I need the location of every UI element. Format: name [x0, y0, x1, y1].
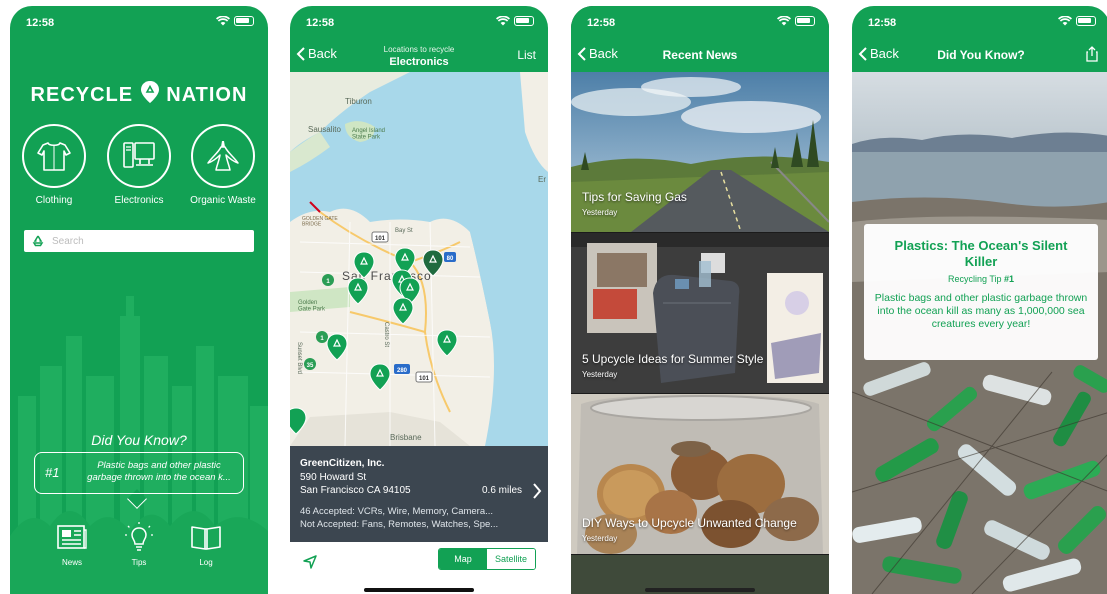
share-icon[interactable] — [1086, 46, 1098, 62]
list-button[interactable]: List — [517, 48, 536, 62]
category-electronics[interactable]: Electronics — [104, 124, 174, 206]
home-indicator — [364, 588, 474, 592]
wifi-icon — [1058, 16, 1072, 26]
highway-shield: 80 — [447, 256, 454, 262]
article-title: DIY Ways to Upcycle Unwanted Change — [582, 516, 797, 530]
highway-shield: 280 — [397, 368, 408, 374]
book-icon — [191, 526, 221, 550]
recycle-icon — [32, 235, 44, 247]
status-bar: 12:58 — [290, 6, 548, 34]
wifi-icon — [777, 16, 791, 26]
status-bar: 12:58 — [852, 6, 1107, 34]
highway-shield: 35 — [307, 363, 314, 369]
segment-map[interactable]: Map — [439, 549, 487, 569]
nav-title: Electronics — [389, 56, 449, 68]
nav-title: Recent News — [662, 48, 738, 62]
battery-icon — [514, 16, 534, 26]
news-article[interactable]: 5 Upcycle Ideas for Summer Style Yesterd… — [571, 233, 829, 393]
fact-body: Plastic bags and other plastic garbage t… — [874, 292, 1088, 330]
location-street: 590 Howard St — [300, 472, 367, 483]
recycling-tip-label: Recycling Tip #1 — [947, 274, 1015, 284]
location-distance: 0.6 miles — [481, 485, 522, 496]
accepted-items: 46 Accepted: VCRs, Wire, Memory, Camera.… — [300, 506, 494, 517]
article-date: Yesterday — [582, 370, 618, 379]
coin-jar-photo — [571, 394, 829, 554]
map-label-castro-st: Castro St — [383, 322, 389, 347]
highway-shield: 101 — [419, 376, 430, 382]
location-arrow-icon[interactable] — [302, 554, 318, 570]
home-indicator — [645, 588, 755, 592]
tip-number: #1 — [45, 465, 60, 480]
map-toolbar: Map Satellite — [290, 542, 548, 594]
search-field[interactable]: Search — [24, 230, 254, 252]
nav-bar: 12:58 Back Recent News — [571, 6, 829, 72]
article-date: Yesterday — [582, 208, 618, 217]
nav-bar: 12:58 Back Did You Know? — [852, 6, 1107, 72]
article-title: 5 Upcycle Ideas for Summer Style — [582, 352, 764, 366]
status-bar: 12:58 — [571, 6, 829, 34]
article-title: Tips for Saving Gas — [582, 190, 687, 204]
category-label: Clothing — [35, 195, 73, 206]
map-label-sunset-blvd: Sunset Blvd — [296, 342, 302, 374]
newspaper-icon — [57, 525, 87, 549]
battery-icon — [795, 16, 815, 26]
battery-icon — [1076, 16, 1096, 26]
status-time: 12:58 — [26, 17, 55, 29]
tab-news[interactable]: News — [42, 520, 102, 567]
not-accepted-items: Not Accepted: Fans, Remotes, Watches, Sp… — [300, 519, 499, 530]
article-date: Yesterday — [582, 534, 618, 543]
location-info-panel[interactable]: GreenCitizen, Inc. 590 Howard St San Fra… — [290, 446, 548, 542]
tab-log[interactable]: Log — [176, 520, 236, 567]
location-city: San Francisco CA 94105 — [300, 485, 411, 496]
status-bar: 12:58 — [10, 6, 268, 34]
did-you-know-title: Did You Know? — [91, 432, 187, 448]
news-screen: 12:58 Back Recent News Tips for Saving G… — [571, 6, 829, 594]
upcycle-bag-photo — [571, 233, 829, 393]
nav-bar: 12:58 Back Locations to recycle Electron… — [290, 6, 548, 72]
tip-speech-bubble[interactable]: #1 Plastic bags and other plastic garbag… — [34, 452, 244, 494]
map-label-sausalito: Sausalito — [308, 125, 341, 134]
app-store-screenshots: 12:58 RECYCLE NATION Clothing Electronic… — [0, 0, 1107, 594]
news-article[interactable]: Tips for Saving Gas Yesterday — [571, 72, 829, 232]
battery-icon — [234, 16, 254, 26]
segment-satellite[interactable]: Satellite — [487, 549, 535, 569]
tab-tips[interactable]: Tips — [109, 520, 169, 567]
map-label-east-edge: Er — [538, 175, 546, 184]
category-clothing[interactable]: Clothing — [19, 124, 89, 206]
app-logo: RECYCLE NATION — [10, 80, 268, 107]
nav-title: Did You Know? — [937, 48, 1025, 62]
highway-shield: 101 — [375, 236, 386, 242]
tip-preview-text: Plastic bags and other plastic garbage t… — [87, 460, 231, 483]
nav-subtitle: Locations to recycle — [383, 45, 455, 54]
did-you-know-screen: 12:58 Back Did You Know? Plastics: The O… — [852, 6, 1107, 594]
news-article[interactable]: DIY Ways to Upcycle Unwanted Change Yest… — [571, 394, 829, 554]
chevron-right-icon[interactable] — [532, 482, 542, 500]
home-screen: 12:58 RECYCLE NATION Clothing Electronic… — [10, 6, 268, 594]
category-label: Organic Waste — [190, 195, 256, 206]
map-type-segmented-control: Map Satellite — [438, 548, 536, 570]
map-label-tiburon: Tiburon — [345, 97, 372, 106]
search-input[interactable]: Search — [52, 236, 84, 247]
fact-title: Plastics: The Ocean's Silent Killer — [894, 238, 1068, 269]
category-organic-waste[interactable]: Organic Waste — [188, 124, 258, 206]
shirt-icon — [37, 142, 71, 171]
fact-card: Plastics: The Ocean's Silent Killer Recy… — [864, 224, 1098, 360]
map-screen: 12:58 Back Locations to recycle Electron… — [290, 6, 548, 594]
category-label: Electronics — [114, 195, 164, 206]
recycle-pin-icon — [140, 81, 159, 103]
map-label-bay-st: Bay St — [395, 228, 413, 234]
banana-peel-icon — [207, 141, 239, 171]
computer-icon — [123, 142, 155, 168]
lightbulb-icon — [125, 522, 153, 551]
wifi-icon — [496, 16, 510, 26]
wifi-icon — [216, 16, 230, 26]
map-label-brisbane: Brisbane — [390, 433, 422, 442]
map-view[interactable]: Tiburon Sausalito Angel Island State Park… — [290, 72, 548, 446]
location-name: GreenCitizen, Inc. — [300, 458, 385, 469]
